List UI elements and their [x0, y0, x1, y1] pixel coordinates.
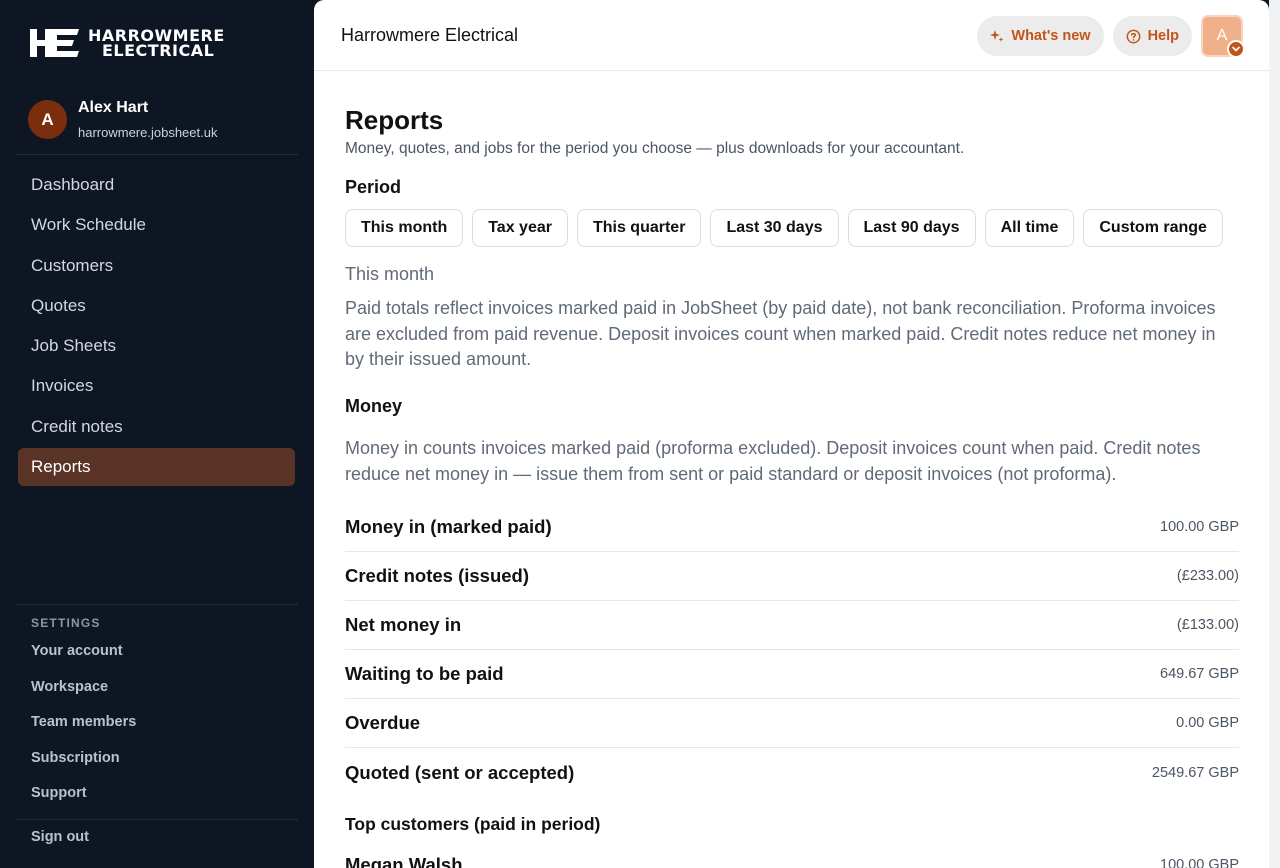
paid-totals-note: Paid totals reflect invoices marked paid… — [345, 298, 1216, 369]
help-label: Help — [1147, 28, 1179, 44]
row-label: Credit notes (issued) — [345, 565, 529, 586]
page-title: Reports — [345, 105, 444, 135]
settings-heading: SETTINGS — [31, 616, 101, 630]
sidebar-item-reports[interactable]: Reports — [18, 448, 295, 487]
logo-wordmark: HARROWMERE ELECTRICAL — [88, 28, 225, 60]
company-logo[interactable]: HARROWMERE ELECTRICAL — [30, 27, 225, 59]
whats-new-label: What's new — [1011, 28, 1091, 44]
money-heading: Money — [345, 396, 403, 416]
customer-name: Megan Walsh — [345, 854, 463, 868]
help-circle-icon — [1126, 29, 1141, 44]
chevron-down-icon — [1227, 40, 1245, 58]
period-last-30-days-button[interactable]: Last 30 days — [710, 209, 839, 247]
settings-item-team-members[interactable]: Team members — [31, 714, 136, 750]
period-custom-range-button[interactable]: Custom range — [1083, 209, 1223, 247]
period-label: Period — [345, 177, 402, 197]
sparkle-icon — [990, 29, 1004, 43]
help-button[interactable]: Help — [1112, 16, 1192, 56]
sidebar-item-quotes[interactable]: Quotes — [18, 287, 295, 325]
top-customers-heading: Top customers (paid in period) — [345, 814, 601, 834]
table-row: Net money in (£133.00) — [345, 601, 1239, 650]
period-selector: This month Tax year This quarter Last 30… — [345, 209, 1232, 247]
sidebar-item-invoices[interactable]: Invoices — [18, 367, 295, 405]
whats-new-button[interactable]: What's new — [977, 16, 1104, 56]
money-summary-table: Money in (marked paid) 100.00 GBP Credit… — [345, 503, 1239, 797]
account-menu-button[interactable]: A — [1201, 15, 1245, 58]
business-name: Harrowmere Electrical — [341, 25, 519, 45]
period-last-90-days-button[interactable]: Last 90 days — [847, 209, 976, 247]
table-row: Money in (marked paid) 100.00 GBP — [345, 503, 1239, 552]
row-label: Overdue — [345, 712, 421, 733]
divider — [16, 154, 298, 155]
row-value: 2549.67 GBP — [1151, 764, 1239, 781]
period-tax-year-button[interactable]: Tax year — [472, 209, 568, 247]
period-this-month-button[interactable]: This month — [345, 209, 464, 247]
table-row: Quoted (sent or accepted) 2549.67 GBP — [345, 748, 1239, 797]
sidebar-item-customers[interactable]: Customers — [18, 247, 295, 285]
sidebar-item-dashboard[interactable]: Dashboard — [18, 166, 295, 204]
he-logo-mark-icon — [30, 29, 79, 57]
table-row: Waiting to be paid 649.67 GBP — [345, 650, 1239, 699]
sidebar-item-job-sheets[interactable]: Job Sheets — [18, 327, 295, 365]
row-label: Net money in — [345, 614, 462, 635]
sidebar: HARROWMERE ELECTRICAL A Alex Hart harrow… — [0, 0, 314, 868]
row-value: 0.00 GBP — [1176, 715, 1239, 731]
main-panel: Harrowmere Electrical What's new Help A — [314, 0, 1269, 868]
workspace-domain: harrowmere.jobsheet.uk — [78, 125, 218, 140]
money-note: Money in counts invoices marked paid (pr… — [345, 438, 1201, 484]
list-item: Megan Walsh 100.00 GBP — [345, 854, 1239, 868]
row-label: Quoted (sent or accepted) — [345, 761, 575, 783]
main-nav: Dashboard Work Schedule Customers Quotes… — [18, 166, 295, 488]
settings-item-support[interactable]: Support — [31, 785, 136, 821]
current-period: This month — [345, 264, 435, 284]
row-value: (£233.00) — [1176, 568, 1239, 584]
table-row: Credit notes (issued) (£233.00) — [345, 552, 1239, 601]
table-row: Overdue 0.00 GBP — [345, 699, 1239, 748]
avatar-initial: A — [1216, 27, 1228, 44]
user-name: Alex Hart — [78, 99, 149, 116]
top-actions: What's new Help A — [977, 15, 1245, 58]
logo-line-2: ELECTRICAL — [102, 41, 215, 60]
page-subtitle: Money, quotes, and jobs for the period y… — [345, 140, 965, 157]
divider — [16, 819, 298, 820]
period-this-quarter-button[interactable]: This quarter — [576, 209, 702, 247]
settings-item-subscription[interactable]: Subscription — [31, 750, 136, 786]
row-value: 100.00 GBP — [1160, 519, 1239, 535]
sign-out-link[interactable]: Sign out — [31, 829, 89, 845]
customer-paid-value: 100.00 GBP — [1160, 857, 1239, 868]
window-edge — [1269, 0, 1280, 868]
divider — [16, 604, 298, 605]
row-label: Waiting to be paid — [345, 663, 504, 684]
row-label: Money in (marked paid) — [345, 516, 552, 537]
row-value: (£133.00) — [1176, 617, 1239, 633]
sidebar-item-credit-notes[interactable]: Credit notes — [18, 408, 295, 446]
period-all-time-button[interactable]: All time — [984, 209, 1075, 247]
settings-item-workspace[interactable]: Workspace — [31, 679, 136, 715]
user-profile[interactable]: A Alex Hart harrowmere.jobsheet.uk — [28, 99, 217, 140]
avatar: A — [28, 100, 67, 139]
sidebar-item-work-schedule[interactable]: Work Schedule — [18, 206, 295, 244]
top-bar: Harrowmere Electrical What's new Help A — [314, 0, 1269, 71]
settings-list: Your account Workspace Team members Subs… — [31, 643, 136, 821]
row-value: 649.67 GBP — [1160, 666, 1239, 682]
settings-item-your-account[interactable]: Your account — [31, 643, 136, 679]
